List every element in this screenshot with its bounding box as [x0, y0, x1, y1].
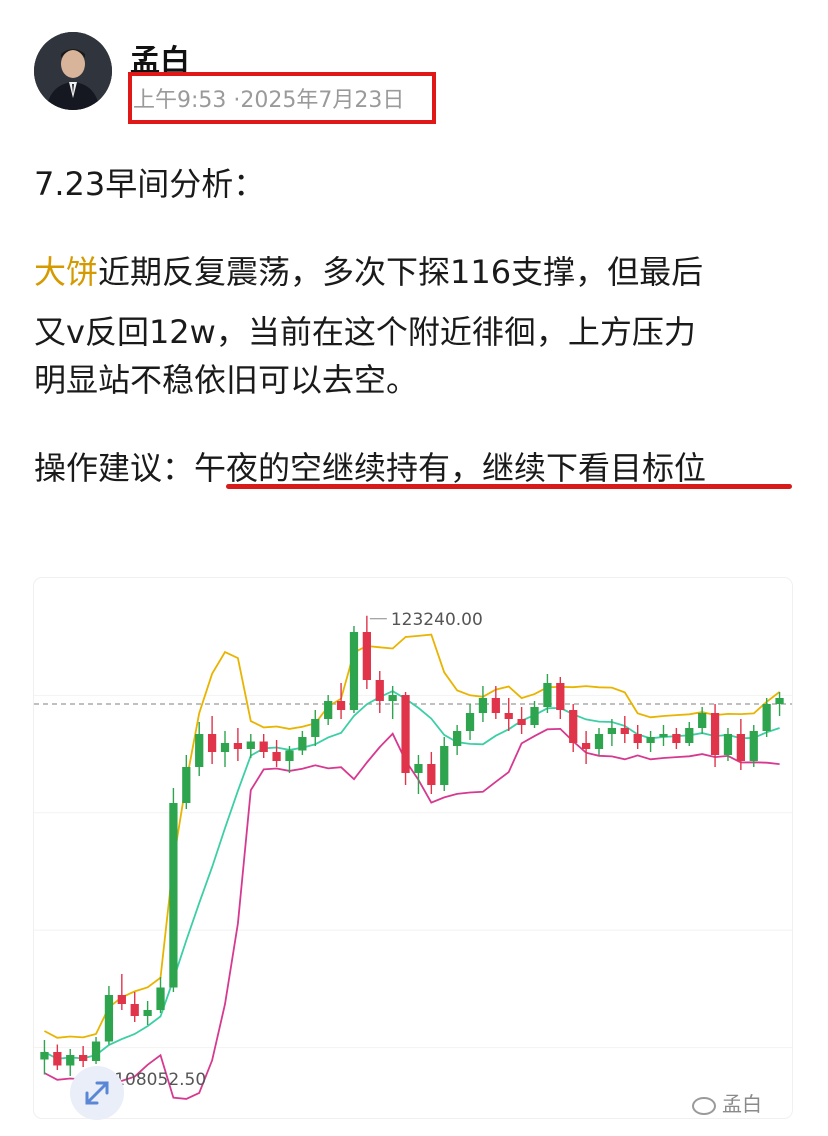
candle-body — [362, 632, 371, 680]
candle-body — [311, 719, 320, 737]
candle-body — [775, 698, 784, 704]
candle-body — [710, 713, 720, 755]
asset-highlight: 大饼 — [34, 253, 99, 291]
candle-body — [220, 743, 230, 752]
candle-body — [723, 734, 733, 755]
price-chart[interactable]: 123240.00 108052.50 — [34, 578, 792, 1118]
candle-body — [762, 704, 771, 731]
candle-body — [182, 767, 191, 803]
candle-body — [465, 713, 475, 731]
high-price-label: 123240.00 — [391, 610, 483, 630]
advice-text: 午夜的空继续持有，继续下看目标位 — [194, 449, 707, 487]
candle-body — [517, 719, 526, 725]
author-avatar[interactable] — [34, 32, 112, 110]
candle-body — [504, 713, 513, 719]
candle-body — [478, 698, 488, 713]
candle-body — [117, 995, 126, 1004]
candle-body — [388, 695, 397, 701]
candle-body — [156, 987, 165, 1010]
lower-band-line — [43, 727, 780, 1100]
candle-body — [530, 707, 539, 725]
post-paragraph-line-2: 又v反回12w，当前在这个附近徘徊，上方压力 — [34, 313, 696, 351]
candle-body — [569, 710, 578, 743]
low-price-label: 108052.50 — [114, 1070, 206, 1090]
candle-body — [427, 764, 436, 785]
candle-body — [749, 731, 758, 761]
middle-band-line — [43, 690, 780, 1060]
expand-chart-button[interactable] — [70, 1066, 124, 1120]
candle-body — [143, 1010, 152, 1016]
post-paragraph-line-3: 明显站不稳依旧可以去空。 — [34, 361, 419, 399]
advice-label: 操作建议： — [34, 449, 195, 487]
candlestick-chart-svg: 123240.00 108052.50 — [34, 610, 792, 1100]
candle-body — [91, 1041, 101, 1061]
advice-underline — [226, 484, 792, 489]
candle-body — [285, 750, 294, 761]
candle-body — [40, 1052, 49, 1060]
post-paragraph-line-1: 大饼近期反复震荡，多次下探116支撑，但最后 — [34, 250, 703, 294]
candle-body — [698, 713, 707, 728]
candle-body — [375, 680, 384, 701]
post-heading: 7.23早间分析： — [34, 165, 266, 203]
candle-body — [685, 728, 694, 743]
candle-body — [79, 1055, 88, 1061]
candle-body — [581, 743, 591, 749]
candle-body — [66, 1055, 75, 1066]
candle-body — [53, 1052, 62, 1066]
candle-body — [736, 734, 745, 761]
candle-body — [259, 741, 268, 752]
candle-body — [646, 737, 655, 743]
candle-body — [659, 734, 668, 737]
post-timestamp: 上午9:53 ·2025年7月23日 — [133, 88, 405, 113]
avatar-photo-icon — [34, 32, 112, 110]
candle-body — [607, 728, 617, 734]
candle-body — [104, 995, 114, 1042]
candle-body — [556, 683, 565, 710]
watermark: 孟白 — [692, 1088, 762, 1117]
candle-body — [246, 741, 255, 749]
watermark-text: 孟白 — [722, 1092, 762, 1116]
candle-body — [336, 701, 346, 710]
candle-body — [491, 698, 500, 713]
candle-body — [272, 752, 281, 761]
watermark-logo-icon — [692, 1096, 716, 1115]
candle-body — [207, 734, 217, 752]
candle-body — [440, 746, 449, 785]
candle-body — [169, 803, 178, 988]
candle-body — [233, 743, 243, 749]
candle-body — [543, 683, 552, 707]
para-line-1-text: 近期反复震荡，多次下探116支撑，但最后 — [98, 253, 704, 291]
candle-body — [633, 734, 642, 743]
candle-body — [298, 737, 307, 751]
candle-body — [130, 1004, 139, 1016]
candle-body — [620, 728, 629, 734]
candle-body — [349, 632, 359, 710]
candle-body — [594, 734, 604, 749]
candle-body — [672, 734, 681, 743]
candle-body — [401, 695, 410, 773]
candle-body — [414, 764, 423, 773]
candle-body — [453, 731, 462, 746]
expand-icon — [85, 1081, 109, 1105]
candle-body — [324, 701, 333, 719]
candle-body — [195, 734, 204, 767]
